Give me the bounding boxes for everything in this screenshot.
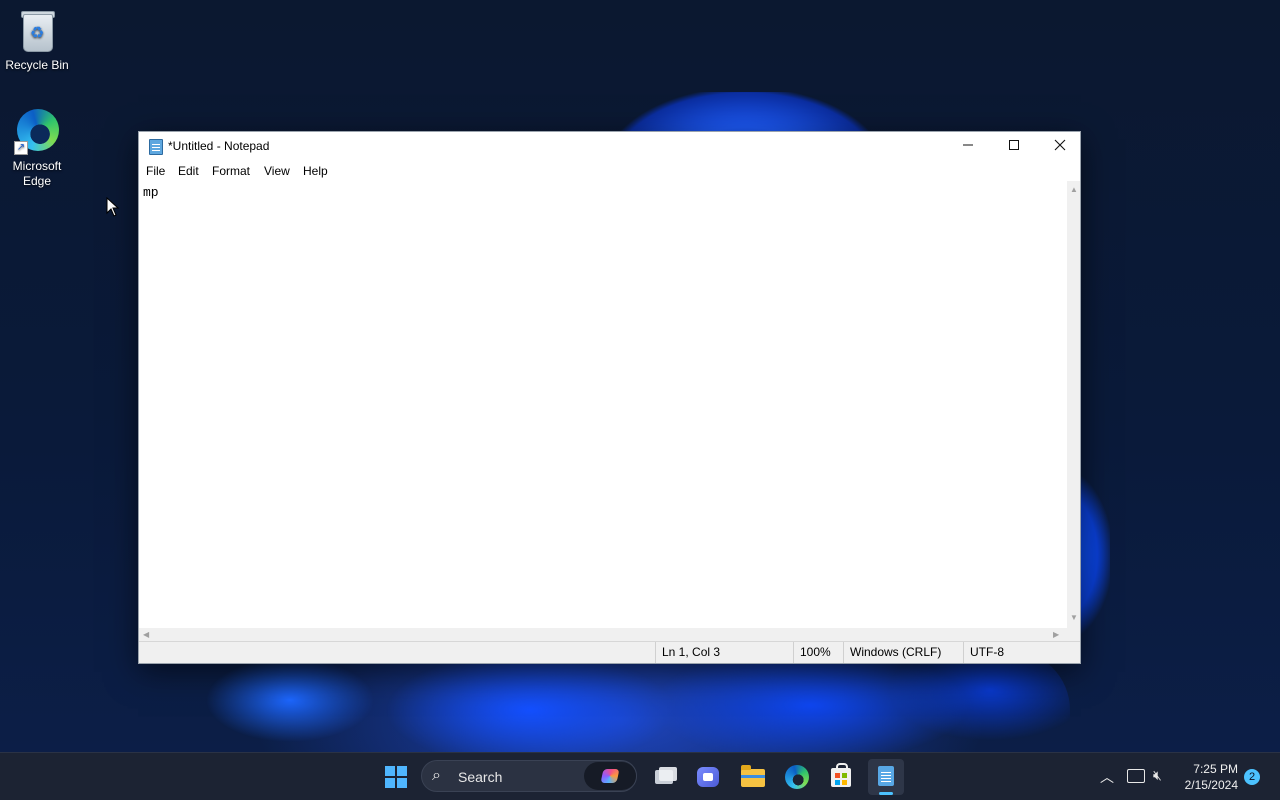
recycle-bin-icon: ♻ [14, 8, 60, 54]
start-button[interactable] [380, 761, 412, 793]
status-zoom: 100% [793, 642, 843, 663]
desktop-icon-label: Microsoft Edge [12, 159, 62, 188]
menu-view[interactable]: View [264, 164, 290, 178]
mouse-cursor-icon [106, 197, 120, 217]
title-bar[interactable]: *Untitled - Notepad [139, 132, 1080, 161]
status-encoding: UTF-8 [963, 642, 1073, 663]
horizontal-scrollbar[interactable]: ◀ ▶ [139, 628, 1067, 641]
windows-logo-icon [385, 766, 407, 788]
status-cursor-position: Ln 1, Col 3 [655, 642, 791, 663]
wallpaper-bloom-bottom [170, 650, 1070, 760]
close-icon [1054, 139, 1066, 151]
minimize-button[interactable] [945, 132, 991, 161]
meet-icon [697, 767, 719, 787]
notepad-icon [149, 139, 163, 155]
search-icon: ⌕ [432, 767, 441, 784]
scroll-right-icon[interactable]: ▶ [1053, 630, 1059, 639]
editor-content[interactable]: mp [143, 185, 159, 200]
taskbar-search-box[interactable]: ⌕ Search [421, 760, 637, 792]
store-button[interactable] [825, 761, 857, 793]
close-button[interactable] [1037, 132, 1083, 161]
copilot-icon [600, 769, 620, 783]
network-icon[interactable] [1127, 769, 1145, 783]
notification-badge[interactable]: 2 [1244, 769, 1260, 785]
scroll-up-icon[interactable]: ▲ [1070, 185, 1078, 194]
menu-edit[interactable]: Edit [178, 164, 199, 178]
store-icon [831, 763, 851, 787]
search-label: Search [458, 769, 503, 785]
menu-bar: File Edit Format View Help [139, 161, 1080, 181]
desktop-icon-microsoft-edge[interactable]: ↗ Microsoft Edge [1, 109, 73, 189]
text-editor-area[interactable]: mp [139, 181, 1067, 628]
active-app-indicator [879, 792, 893, 795]
copilot-button[interactable] [584, 762, 636, 790]
desktop-icon-label: Recycle Bin [5, 58, 69, 72]
maximize-button[interactable] [991, 132, 1037, 161]
status-bar: Ln 1, Col 3 100% Windows (CRLF) UTF-8 [139, 641, 1080, 663]
maximize-icon [1009, 140, 1019, 150]
desktop-icon-recycle-bin[interactable]: ♻ Recycle Bin [1, 8, 73, 73]
edge-taskbar-button[interactable] [781, 761, 813, 793]
file-explorer-button[interactable] [737, 761, 769, 793]
status-line-ending: Windows (CRLF) [843, 642, 963, 663]
edge-icon [785, 765, 809, 789]
scroll-down-icon[interactable]: ▼ [1070, 613, 1078, 622]
task-view-button[interactable] [649, 761, 681, 793]
vertical-scrollbar[interactable]: ▲ ▼ [1067, 181, 1080, 628]
volume-muted-icon[interactable]: 🔇︎ [1153, 767, 1162, 784]
clock-date: 2/15/2024 [1184, 778, 1238, 792]
edge-icon: ↗ [14, 109, 60, 155]
clock-time: 7:25 PM [1193, 762, 1238, 776]
window-title: *Untitled - Notepad [168, 139, 270, 153]
menu-format[interactable]: Format [212, 164, 250, 178]
shortcut-arrow-icon: ↗ [14, 141, 28, 155]
notepad-icon [878, 766, 894, 786]
scroll-left-icon[interactable]: ◀ [143, 630, 149, 639]
file-explorer-icon [741, 765, 765, 787]
taskbar: ⌕ Search ︿ 🔇︎ 7:25 PM 2/15/2024 2 [0, 752, 1280, 800]
minimize-icon [963, 144, 973, 146]
notepad-window: *Untitled - Notepad File Edit Format Vie… [138, 131, 1081, 664]
menu-help[interactable]: Help [303, 164, 328, 178]
resize-grip[interactable] [1067, 628, 1080, 641]
show-hidden-icons-chevron-icon[interactable]: ︿ [1100, 767, 1114, 787]
system-clock[interactable]: 7:25 PM 2/15/2024 [1176, 761, 1238, 793]
meet-button[interactable] [692, 761, 724, 793]
menu-file[interactable]: File [146, 164, 165, 178]
notepad-taskbar-button[interactable] [868, 759, 904, 795]
